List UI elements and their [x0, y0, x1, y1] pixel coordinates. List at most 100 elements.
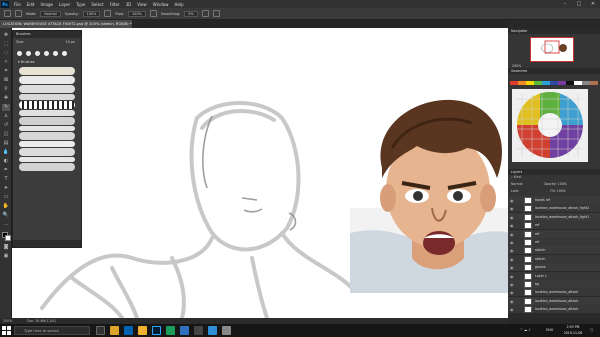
color-swatch[interactable]	[510, 81, 518, 85]
color-swatch[interactable]	[550, 81, 558, 85]
smoothing-field[interactable]: 0%	[184, 10, 198, 17]
color-swatch[interactable]	[518, 81, 526, 85]
taskbar-search-input[interactable]: Type here to search	[14, 326, 90, 335]
swatch-strip[interactable]	[510, 81, 598, 85]
brush-stroke-preview[interactable]	[19, 163, 75, 171]
brush-stroke-preview[interactable]	[19, 132, 75, 140]
brush-folder[interactable]: ▾ Brushes	[13, 60, 81, 66]
blend-mode-select[interactable]: Normal	[511, 182, 523, 186]
stamp-tool-icon[interactable]: ♙	[2, 113, 10, 120]
zoom-tool-icon[interactable]: 🔍	[2, 212, 10, 219]
crop-tool-icon[interactable]: ⌗	[2, 68, 10, 75]
photoshop-taskbar-icon[interactable]	[152, 326, 161, 335]
more-tools-icon[interactable]: …	[2, 221, 10, 228]
brush-preset[interactable]	[53, 50, 58, 56]
document-canvas[interactable]	[12, 28, 510, 320]
pen-tool-icon[interactable]: ✒	[2, 167, 10, 174]
brush-preset[interactable]	[62, 50, 67, 56]
menu-image[interactable]: Image	[37, 2, 56, 7]
brush-size-row[interactable]: Size: 10 px	[13, 38, 81, 46]
home-icon[interactable]	[4, 10, 11, 17]
file-explorer-icon[interactable]	[110, 326, 119, 335]
eraser-tool-icon[interactable]: ◫	[2, 131, 10, 138]
brush-stroke-preview[interactable]	[19, 126, 75, 131]
menu-filter[interactable]: Filter	[107, 2, 123, 7]
edge-browser-icon[interactable]	[124, 326, 133, 335]
menu-3d[interactable]: 3D	[123, 2, 135, 7]
document-tab[interactable]: LOCATION: WAREHOUSE ATTACK FIGHT2.psd @ …	[0, 20, 132, 28]
navigator-thumbnail[interactable]	[530, 37, 574, 62]
app-icon[interactable]	[208, 326, 217, 335]
brush-stroke-preview[interactable]	[19, 141, 75, 147]
navigator-zoom-value[interactable]: 200%	[512, 64, 521, 68]
color-swatch[interactable]	[526, 81, 534, 85]
screen-mode-icon[interactable]: ▣	[2, 253, 10, 260]
chrome-icon[interactable]	[138, 326, 147, 335]
layer-opacity-field[interactable]: Opacity: 100%	[544, 182, 567, 186]
close-button[interactable]: ✕	[586, 0, 600, 8]
brush-preset[interactable]	[26, 50, 31, 56]
eyedropper-tool-icon[interactable]: ⚲	[2, 86, 10, 93]
brush-stroke-preview[interactable]	[19, 101, 75, 109]
color-swatch[interactable]	[582, 81, 590, 85]
layer-filter-row[interactable]: ⌕ Kind	[508, 174, 600, 181]
color-swatch[interactable]	[558, 81, 566, 85]
opacity-field[interactable]: 100%	[82, 10, 101, 17]
brush-preset[interactable]	[17, 50, 22, 56]
marquee-tool-icon[interactable]: ⬚	[2, 41, 10, 48]
dodge-tool-icon[interactable]: ◐	[2, 158, 10, 165]
brush-preset[interactable]	[35, 50, 40, 56]
type-tool-icon[interactable]: T	[2, 176, 10, 183]
app-icon[interactable]	[166, 326, 175, 335]
brush-stroke-preview[interactable]	[19, 110, 75, 116]
healing-tool-icon[interactable]: ✚	[2, 95, 10, 102]
tray-language[interactable]: ENG	[546, 324, 553, 337]
menu-view[interactable]: View	[134, 2, 150, 7]
tray-icons[interactable]: ⌃ ☁ ♪	[520, 324, 531, 337]
color-swatch[interactable]	[534, 81, 542, 85]
menu-file[interactable]: File	[11, 2, 24, 7]
quick-mask-icon[interactable]: ◙	[2, 244, 10, 251]
color-swatch[interactable]	[542, 81, 550, 85]
menu-window[interactable]: Window	[150, 2, 172, 7]
brush-stroke-preview[interactable]	[19, 148, 75, 156]
zoom-level[interactable]: 200%	[3, 319, 12, 323]
brush-tool-icon[interactable]: ✎	[2, 104, 10, 111]
move-tool-icon[interactable]: ✥	[2, 32, 10, 39]
brush-stroke-preview[interactable]	[19, 157, 75, 162]
layer-fill-field[interactable]: Fill: 100%	[550, 189, 565, 193]
flow-field[interactable]: 100%	[128, 10, 146, 17]
brush-size-value[interactable]: 10 px	[65, 38, 75, 46]
brush-stroke-preview[interactable]	[19, 76, 75, 84]
app-icon[interactable]	[222, 326, 231, 335]
app-icon[interactable]	[194, 326, 203, 335]
task-view-icon[interactable]	[96, 326, 105, 335]
mode-select[interactable]: Normal	[40, 10, 61, 17]
shape-tool-icon[interactable]: ▭	[2, 194, 10, 201]
brush-stroke-preview[interactable]	[19, 85, 75, 93]
menu-type[interactable]: Type	[73, 2, 88, 7]
app-icon[interactable]	[180, 326, 189, 335]
brush-stroke-preview[interactable]	[19, 117, 75, 125]
settings-gear-icon[interactable]	[201, 10, 209, 17]
pressure-opacity-icon[interactable]	[104, 10, 112, 17]
color-swatch[interactable]	[566, 81, 574, 85]
menu-edit[interactable]: Edit	[24, 2, 38, 7]
brush-tool-icon[interactable]	[15, 10, 22, 17]
menu-layer[interactable]: Layer	[56, 2, 73, 7]
airbrush-icon[interactable]	[149, 10, 157, 17]
menu-select[interactable]: Select	[88, 2, 106, 7]
minimize-button[interactable]: –	[558, 0, 572, 8]
color-swatch[interactable]	[574, 81, 582, 85]
windows-start-icon[interactable]	[2, 326, 11, 335]
brush-stroke-preview[interactable]	[19, 94, 75, 100]
notifications-icon[interactable]: ▢	[590, 324, 593, 337]
symmetry-icon[interactable]	[212, 10, 220, 17]
color-wheel[interactable]	[512, 89, 588, 162]
path-selection-icon[interactable]: ➤	[2, 185, 10, 192]
taskbar-clock[interactable]: 2:55 PM 2019-11-06	[558, 325, 588, 336]
brush-stroke-preview[interactable]	[19, 67, 75, 75]
lasso-tool-icon[interactable]: ◌	[2, 50, 10, 57]
blur-tool-icon[interactable]: 💧	[2, 149, 10, 156]
history-brush-icon[interactable]: ↺	[2, 122, 10, 129]
